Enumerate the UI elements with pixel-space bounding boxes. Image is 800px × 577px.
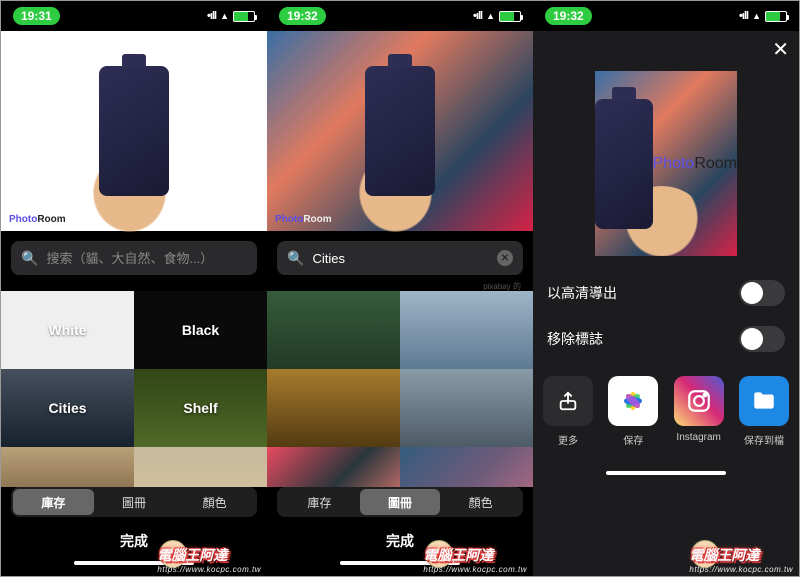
segmented-control[interactable]: 庫存 圖冊 顏色 (277, 487, 523, 517)
bg-tile-white[interactable]: White (1, 291, 134, 369)
share-actions: 更多 保存 (533, 362, 799, 453)
status-time: 19:31 (13, 7, 60, 25)
status-icons (739, 10, 787, 22)
wifi-icon (752, 10, 761, 22)
instagram-icon (674, 376, 724, 426)
toggle-remove-logo[interactable] (739, 326, 785, 352)
option-hd-export: 以高清導出 (533, 270, 799, 316)
product-graphic (99, 66, 169, 196)
seg-color[interactable]: 顏色 (440, 489, 521, 515)
screenshot-3: 19:32 ✕ PhotoRoom 以高清導出 移除標誌 (533, 1, 799, 576)
bg-tile[interactable] (267, 291, 400, 369)
bg-tile[interactable] (267, 447, 400, 487)
export-sheet: ✕ PhotoRoom 以高清導出 移除標誌 更多 (533, 31, 799, 576)
status-icons (207, 10, 255, 22)
bg-tile[interactable] (400, 447, 533, 487)
toggle-hd[interactable] (739, 280, 785, 306)
seg-storage[interactable]: 庫存 (13, 489, 94, 515)
photos-icon (608, 376, 658, 426)
seg-storage[interactable]: 庫存 (279, 489, 360, 515)
files-icon (739, 376, 789, 426)
clear-icon[interactable]: ✕ (497, 250, 513, 266)
bg-tile[interactable] (134, 447, 267, 487)
bg-tile[interactable] (400, 369, 533, 447)
background-grid: White Black Cities Shelf (1, 291, 267, 487)
product-graphic (365, 66, 435, 196)
status-bar: 19:32 (267, 1, 533, 31)
status-icons (473, 10, 521, 22)
share-icon (543, 376, 593, 426)
signal-icon (739, 10, 748, 22)
action-files[interactable]: 保存到檔 (735, 376, 793, 447)
bg-tile[interactable] (400, 291, 533, 369)
search-input[interactable] (46, 251, 247, 266)
site-mascot (159, 540, 187, 568)
home-indicator (606, 471, 726, 475)
seg-album[interactable]: 圖冊 (94, 489, 175, 515)
wifi-icon (220, 10, 229, 22)
search-field[interactable]: 🔍 (11, 241, 257, 275)
status-time: 19:32 (279, 7, 326, 25)
status-time: 19:32 (545, 7, 592, 25)
action-more[interactable]: 更多 (539, 376, 597, 447)
status-bar: 19:31 (1, 1, 267, 31)
photoroom-watermark: PhotoRoom (653, 155, 738, 173)
search-input[interactable] (312, 251, 489, 266)
site-mascot (691, 540, 719, 568)
battery-icon (499, 11, 521, 22)
bg-tile-shelf[interactable]: Shelf (134, 369, 267, 447)
search-icon: 🔍 (21, 250, 38, 267)
close-icon[interactable]: ✕ (772, 37, 789, 62)
bg-tile-black[interactable]: Black (134, 291, 267, 369)
action-instagram[interactable]: Instagram (670, 376, 728, 447)
signal-icon (473, 10, 482, 22)
status-bar: 19:32 (533, 1, 799, 31)
search-field[interactable]: 🔍 ✕ (277, 241, 523, 275)
bg-tile[interactable] (267, 369, 400, 447)
option-label: 以高清導出 (547, 283, 617, 303)
battery-icon (765, 11, 787, 22)
bg-tile-cities[interactable]: Cities (1, 369, 134, 447)
screenshot-1: 19:31 PhotoRoom 🔍 White Black Cities She… (1, 1, 267, 576)
export-preview[interactable]: PhotoRoom (595, 71, 737, 256)
segmented-control[interactable]: 庫存 圖冊 顏色 (11, 487, 257, 517)
product-graphic (595, 99, 653, 229)
signal-icon (207, 10, 216, 22)
option-label: 移除標誌 (547, 329, 603, 349)
battery-icon (233, 11, 255, 22)
background-grid (267, 291, 533, 487)
screenshot-2: 19:32 PhotoRoom 🔍 ✕ pixabay 的 (267, 1, 533, 576)
preview-image[interactable]: PhotoRoom (1, 31, 267, 231)
action-save[interactable]: 保存 (604, 376, 662, 447)
done-button[interactable]: 完成 (267, 523, 533, 559)
wifi-icon (486, 10, 495, 22)
search-icon: 🔍 (287, 250, 304, 267)
seg-color[interactable]: 顏色 (174, 489, 255, 515)
bg-tile[interactable] (1, 447, 134, 487)
photoroom-watermark: PhotoRoom (9, 214, 66, 225)
site-mascot (425, 540, 453, 568)
attribution (1, 281, 267, 291)
preview-image[interactable]: PhotoRoom (267, 31, 533, 231)
photoroom-watermark: PhotoRoom (275, 214, 332, 225)
option-remove-logo: 移除標誌 (533, 316, 799, 362)
done-button[interactable]: 完成 (1, 523, 267, 559)
attribution: pixabay 的 (267, 281, 533, 291)
seg-album[interactable]: 圖冊 (360, 489, 441, 515)
